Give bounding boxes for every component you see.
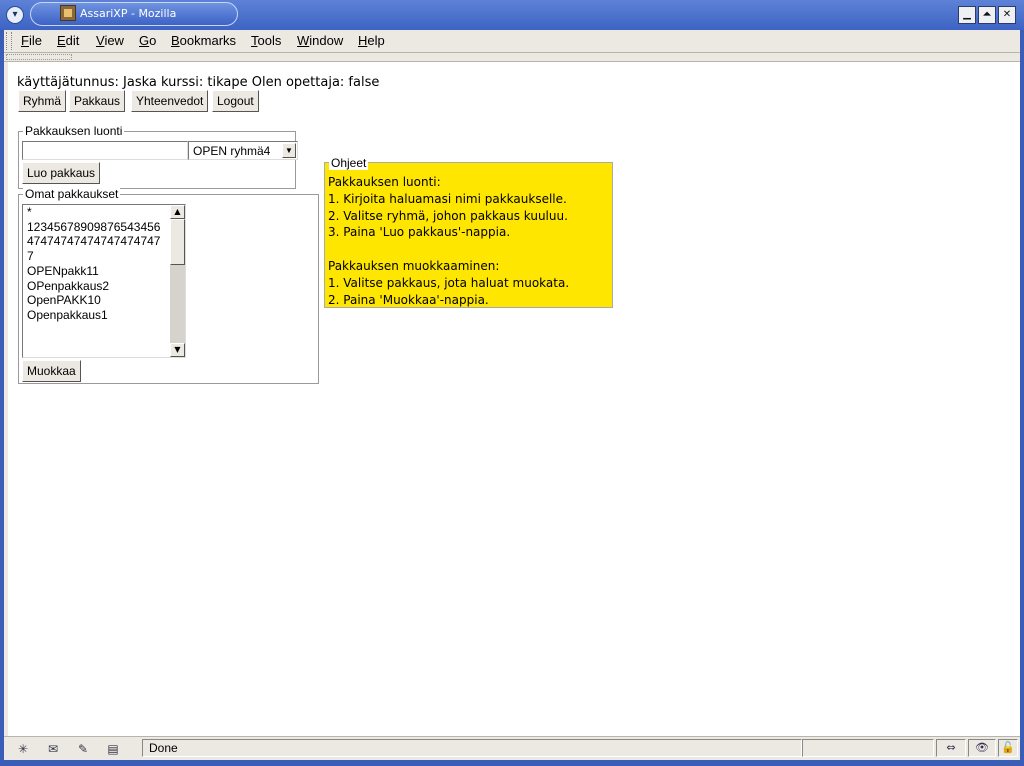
window-menu-icon[interactable]: ▾ (6, 6, 24, 24)
menubar-grip[interactable] (6, 32, 12, 50)
status-text: Done (142, 739, 802, 757)
help-line: Pakkauksen luonti: (328, 175, 441, 189)
help-text: Pakkauksen luonti: 1. Kirjoita haluamasi… (328, 174, 569, 308)
list-item[interactable]: * (27, 205, 167, 220)
window-title: AssariXP - Mozilla (80, 7, 177, 20)
online-icon[interactable]: ⇔ (936, 739, 966, 757)
scroll-down-icon[interactable]: ▼ (170, 343, 185, 357)
list-item[interactable]: OpenPAKK10 (27, 293, 167, 308)
edit-package-button[interactable]: Muokkaa (22, 360, 81, 382)
minimize-button[interactable]: ▁ (958, 6, 976, 24)
nav-yhteenvedot-button[interactable]: Yhteenvedot (131, 90, 209, 112)
menu-go[interactable]: Go (139, 33, 156, 48)
composer-icon[interactable]: ✎ (72, 741, 94, 757)
list-scrollbar[interactable]: ▲ ▼ (170, 205, 185, 357)
address-book-icon[interactable]: ▤ (102, 741, 124, 757)
list-item[interactable]: OPenpakkaus2 (27, 279, 167, 294)
maximize-button[interactable]: ⏶ (978, 6, 996, 24)
collapsed-toolbar (4, 52, 1020, 62)
toolbar-grip[interactable] (6, 54, 72, 60)
package-listbox[interactable]: * 12345678909876543456 47474747474747474… (22, 204, 186, 358)
mail-icon[interactable]: ✉ (42, 741, 64, 757)
package-list: * 12345678909876543456 47474747474747474… (27, 205, 167, 323)
window-titlebar[interactable]: ▾ AssariXP - Mozilla ▁ ⏶ ✕ (0, 0, 1024, 30)
browser-chrome: File Edit View Go Bookmarks Tools Window… (4, 30, 1020, 760)
help-line: 3. Paina 'Luo pakkaus'-nappia. (328, 225, 511, 240)
list-item[interactable]: 7 (27, 249, 167, 264)
nav-logout-button[interactable]: Logout (212, 90, 259, 112)
package-name-input[interactable] (22, 141, 188, 160)
list-item[interactable]: OPENpakk11 (27, 264, 167, 279)
list-item[interactable]: 47474747474747474747 (27, 234, 167, 249)
close-button[interactable]: ✕ (998, 6, 1016, 24)
menu-bookmarks[interactable]: Bookmarks (171, 33, 236, 48)
menu-edit[interactable]: Edit (57, 33, 79, 48)
menu-bar: File Edit View Go Bookmarks Tools Window… (4, 30, 1020, 52)
page-content: käyttäjätunnus: Jaska kurssi: tikape Ole… (8, 62, 1020, 736)
group-select[interactable]: OPEN ryhmä4 ▼ (188, 141, 298, 160)
security-lock-icon: 🔓 (998, 739, 1018, 757)
list-item[interactable]: 12345678909876543456 (27, 220, 167, 235)
user-info: käyttäjätunnus: Jaska kurssi: tikape Ole… (17, 75, 380, 90)
scroll-thumb[interactable] (170, 219, 185, 265)
group-select-value: OPEN ryhmä4 (193, 144, 271, 158)
menu-help[interactable]: Help (358, 33, 385, 48)
help-line (328, 241, 569, 258)
help-line: 1. Valitse pakkaus, jota haluat muokata. (328, 275, 570, 290)
help-line: 2. Paina 'Muokkaa'-nappia. (328, 292, 489, 307)
help-legend: Ohjeet (329, 156, 369, 170)
help-line: 1. Kirjoita haluamasi nimi pakkaukselle. (328, 191, 567, 206)
list-item[interactable]: Openpakkaus1 (27, 308, 167, 323)
navigator-icon[interactable]: ✳ (12, 741, 34, 757)
create-package-button[interactable]: Luo pakkaus (22, 162, 101, 184)
chevron-down-icon[interactable]: ▼ (282, 143, 296, 158)
help-box: Ohjeet Pakkauksen luonti: 1. Kirjoita ha… (324, 156, 613, 308)
scroll-up-icon[interactable]: ▲ (170, 205, 185, 219)
menu-tools[interactable]: Tools (251, 33, 281, 48)
nav-ryhma-button[interactable]: Ryhmä (18, 90, 67, 112)
help-line: Pakkauksen muokkaaminen: (328, 258, 500, 273)
nav-pakkaus-button[interactable]: Pakkaus (69, 90, 126, 112)
privacy-icon[interactable]: 👁 (968, 739, 996, 757)
app-icon (60, 5, 76, 21)
menu-view[interactable]: View (96, 33, 124, 48)
progress-meter (802, 739, 934, 757)
own-packages-legend: Omat pakkaukset (23, 187, 121, 201)
create-package-legend: Pakkauksen luonti (23, 124, 125, 138)
menu-file[interactable]: File (21, 33, 42, 48)
help-line: 2. Valitse ryhmä, johon pakkaus kuuluu. (328, 208, 568, 223)
menu-window[interactable]: Window (297, 33, 343, 48)
status-bar: ✳ ✉ ✎ ▤ Done ⇔ 👁 🔓 (4, 736, 1020, 760)
